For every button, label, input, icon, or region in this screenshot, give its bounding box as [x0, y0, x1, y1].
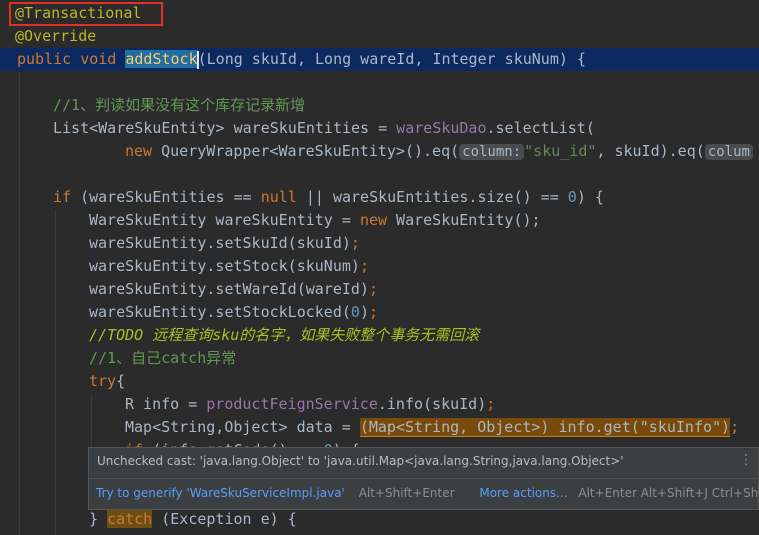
parameter-hint: colum — [704, 144, 753, 160]
generify-shortcut: Alt+Shift+Enter — [358, 486, 455, 500]
code-text: } — [89, 510, 108, 528]
semicolon: ; — [359, 257, 369, 275]
semicolon: ; — [730, 418, 740, 436]
code-line-10: WareSkuEntity wareSkuEntity = new WareSk… — [0, 209, 759, 232]
code-text: .info(skuId) — [377, 395, 487, 413]
code-line-19: Map<String,Object> data = (Map<String, O… — [0, 416, 759, 439]
code-line-12: wareSkuEntity.setStock(skuNum); — [0, 255, 759, 278]
annotation-override: @Override — [15, 27, 97, 45]
keyword: new — [359, 211, 388, 229]
code-line-9: if (wareSkuEntities == null || wareSkuEn… — [0, 186, 759, 209]
code-line-13: wareSkuEntity.setWareId(wareId); — [0, 278, 759, 301]
code-line-2: @Override — [0, 25, 759, 48]
keyword-catch: catch — [107, 510, 153, 528]
code-text: List<WareSkuEntity> wareSkuEntities = — [53, 119, 397, 137]
code-line-15: //TODO 远程查询sku的名字，如果失败整个事务无需回滚 — [0, 324, 759, 347]
keyword: new — [125, 142, 153, 160]
keyword: void — [80, 50, 117, 68]
code-line-22: } catch (Exception e) { — [0, 508, 759, 531]
code-line-3: public void addStock(Long skuId, Long wa… — [0, 48, 759, 71]
popup-divider — [89, 478, 758, 479]
popup-actions: Try to generify 'WareSkuServiceImpl.java… — [96, 486, 759, 500]
keyword: public — [17, 50, 72, 68]
code-line-16: //1、自己catch异常 — [0, 347, 759, 370]
keyword: if — [53, 188, 72, 206]
code-text: R info = — [125, 395, 207, 413]
generify-action-link[interactable]: Try to generify 'WareSkuServiceImpl.java… — [96, 486, 345, 500]
semicolon: ; — [350, 234, 360, 252]
keyword: try — [89, 372, 117, 390]
code-text: (wareSkuEntities == — [71, 188, 261, 206]
code-line-17: try{ — [0, 370, 759, 393]
code-text: WareSkuEntity wareSkuEntity = — [89, 211, 360, 229]
code-text: .selectList( — [486, 119, 595, 137]
semicolon: ; — [486, 395, 496, 413]
field: wareSkuDao — [396, 119, 487, 137]
code-text: wareSkuEntity.setStock(skuNum) — [89, 257, 360, 275]
comment: //1、判读如果没有这个库存记录新增 — [53, 96, 306, 114]
code-text: || wareSkuEntities.size() == — [296, 188, 568, 206]
code-text: { — [116, 372, 126, 390]
inspection-message: Unchecked cast: 'java.lang.Object' to 'j… — [97, 454, 624, 468]
code-line-6: List<WareSkuEntity> wareSkuEntities = wa… — [0, 117, 759, 140]
code-line-7: new QueryWrapper<WareSkuEntity>().eq(col… — [0, 140, 759, 163]
more-actions-link[interactable]: More actions... — [479, 486, 567, 500]
semicolon: ; — [368, 280, 378, 298]
method-params: (Long skuId, Long wareId, Integer skuNum… — [197, 50, 586, 68]
code-text: QueryWrapper<WareSkuEntity>().eq( — [152, 142, 460, 160]
field: productFeignService — [206, 395, 378, 413]
parameter-hint: column: — [459, 144, 525, 160]
code-line-18: R info = productFeignService.info(skuId)… — [0, 393, 759, 416]
string-literal: "sku_id" — [524, 142, 597, 160]
todo-comment: //TODO 远程查询sku的名字，如果失败整个事务无需回滚 — [89, 326, 480, 344]
code-text: , skuId).eq( — [596, 142, 705, 160]
comment: //1、自己catch异常 — [89, 349, 237, 367]
inspection-popup: Unchecked cast: 'java.lang.Object' to 'j… — [88, 447, 759, 510]
keyword: null — [260, 188, 297, 206]
code-line-14: wareSkuEntity.setStockLocked(0); — [0, 301, 759, 324]
unchecked-cast-warning[interactable]: (Map<String, Object>) info.get("skuInfo"… — [359, 418, 731, 437]
code-text: Map<String,Object> data = — [125, 418, 360, 436]
code-text: ) { — [576, 188, 604, 206]
code-text: wareSkuEntity.setWareId(wareId) — [89, 280, 369, 298]
more-actions-shortcut: Alt+Enter Alt+Shift+J Ctrl+Shift+M — [578, 486, 759, 500]
number-literal: 0 — [567, 188, 577, 206]
more-options-icon[interactable]: ⋮ — [739, 452, 753, 468]
code-text: wareSkuEntity.setSkuId(skuId) — [89, 234, 351, 252]
code-line-11: wareSkuEntity.setSkuId(skuId); — [0, 232, 759, 255]
code-text: WareSkuEntity(); — [387, 211, 541, 229]
highlight-box — [9, 2, 163, 26]
method-name-addstock[interactable]: addStock — [125, 50, 198, 68]
number-literal: 0 — [350, 303, 360, 321]
code-text: ) — [359, 303, 369, 321]
code-line-5: //1、判读如果没有这个库存记录新增 — [0, 94, 759, 117]
semicolon: ; — [368, 303, 378, 321]
code-text: (Exception e) { — [152, 510, 297, 528]
code-text: wareSkuEntity.setStockLocked( — [89, 303, 351, 321]
